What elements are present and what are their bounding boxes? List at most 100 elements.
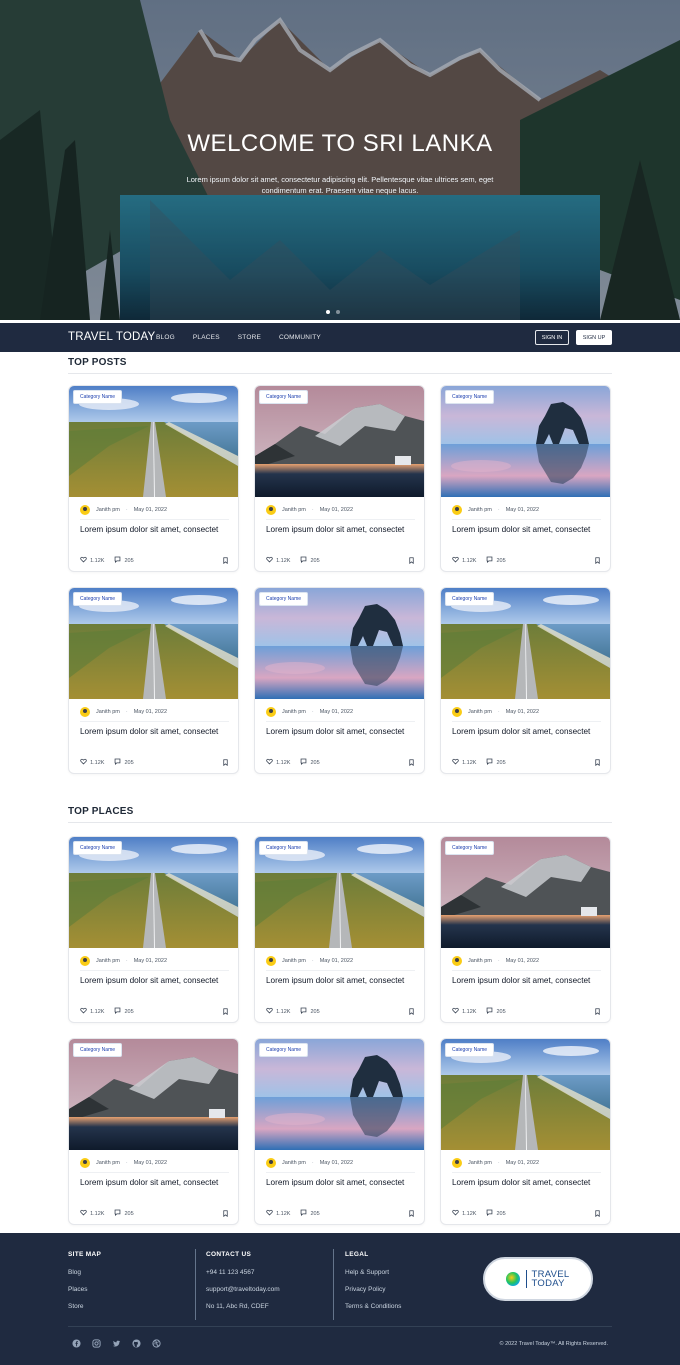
github-icon[interactable] [132, 1339, 141, 1348]
post-card[interactable]: Category Name Janith pm · May 01, 2022 L… [254, 836, 425, 1023]
post-card[interactable]: Category Name Janith pm · May 01, 2022 L… [254, 587, 425, 774]
card-title[interactable]: Lorem ipsum dolor sit amet, consectet [452, 975, 602, 988]
instagram-icon[interactable] [92, 1339, 101, 1348]
like-button[interactable]: 1.12K [80, 758, 104, 767]
footer-link-help[interactable]: Help & Support [345, 1269, 401, 1276]
author-name[interactable]: Janith pm [282, 1160, 306, 1166]
bookmark-icon[interactable] [408, 759, 415, 766]
post-card[interactable]: Category Name Janith pm · May 01, 2022 L… [440, 836, 611, 1023]
category-badge[interactable]: Category Name [73, 841, 123, 855]
post-card[interactable]: Category Name Janith pm · May 01, 2022 L… [440, 385, 611, 572]
like-button[interactable]: 1.12K [452, 758, 476, 767]
author-avatar[interactable] [80, 505, 90, 515]
author-avatar[interactable] [80, 956, 90, 966]
author-avatar[interactable] [266, 1158, 276, 1168]
author-avatar[interactable] [452, 707, 462, 717]
facebook-icon[interactable] [72, 1339, 81, 1348]
author-name[interactable]: Janith pm [282, 958, 306, 964]
card-image[interactable]: Category Name [69, 588, 238, 699]
post-card[interactable]: Category Name Janith pm · May 01, 2022 L… [440, 587, 611, 774]
post-card[interactable]: Category Name Janith pm · May 01, 2022 L… [68, 587, 239, 774]
category-badge[interactable]: Category Name [259, 592, 309, 606]
nav-link-places[interactable]: PLACES [193, 334, 220, 341]
card-title[interactable]: Lorem ipsum dolor sit amet, consectet [266, 1177, 416, 1190]
like-button[interactable]: 1.12K [266, 1007, 290, 1016]
like-button[interactable]: 1.12K [80, 1007, 104, 1016]
card-image[interactable]: Category Name [255, 837, 424, 948]
comment-button[interactable]: 205 [300, 1209, 320, 1218]
card-title[interactable]: Lorem ipsum dolor sit amet, consectet [452, 726, 602, 739]
post-card[interactable]: Category Name Janith pm · May 01, 2022 L… [254, 385, 425, 572]
sign-up-button[interactable]: SIGN UP [576, 330, 612, 345]
card-image[interactable]: Category Name [255, 386, 424, 497]
like-button[interactable]: 1.12K [266, 1209, 290, 1218]
category-badge[interactable]: Category Name [259, 841, 309, 855]
post-card[interactable]: Category Name Janith pm · May 01, 2022 L… [254, 1038, 425, 1225]
footer-link-store[interactable]: Store [68, 1303, 101, 1310]
category-badge[interactable]: Category Name [445, 841, 495, 855]
comment-button[interactable]: 205 [486, 758, 506, 767]
author-name[interactable]: Janith pm [282, 709, 306, 715]
bookmark-icon[interactable] [222, 759, 229, 766]
bookmark-icon[interactable] [222, 1210, 229, 1217]
card-image[interactable]: Category Name [69, 837, 238, 948]
twitter-icon[interactable] [112, 1339, 121, 1348]
author-name[interactable]: Janith pm [96, 709, 120, 715]
post-card[interactable]: Category Name Janith pm · May 01, 2022 L… [440, 1038, 611, 1225]
card-image[interactable]: Category Name [441, 386, 610, 497]
nav-link-store[interactable]: STORE [238, 334, 261, 341]
card-title[interactable]: Lorem ipsum dolor sit amet, consectet [452, 1177, 602, 1190]
card-image[interactable]: Category Name [441, 837, 610, 948]
nav-link-blog[interactable]: BLOG [156, 334, 175, 341]
author-avatar[interactable] [452, 1158, 462, 1168]
author-avatar[interactable] [266, 956, 276, 966]
author-name[interactable]: Janith pm [468, 1160, 492, 1166]
post-card[interactable]: Category Name Janith pm · May 01, 2022 L… [68, 836, 239, 1023]
footer-link-terms[interactable]: Terms & Conditions [345, 1303, 401, 1310]
author-name[interactable]: Janith pm [96, 958, 120, 964]
author-name[interactable]: Janith pm [96, 1160, 120, 1166]
category-badge[interactable]: Category Name [445, 1043, 495, 1057]
bookmark-icon[interactable] [594, 759, 601, 766]
card-image[interactable]: Category Name [69, 1039, 238, 1150]
author-avatar[interactable] [80, 707, 90, 717]
comment-button[interactable]: 205 [486, 556, 506, 565]
author-avatar[interactable] [452, 956, 462, 966]
comment-button[interactable]: 205 [486, 1007, 506, 1016]
author-name[interactable]: Janith pm [468, 958, 492, 964]
bookmark-icon[interactable] [594, 1210, 601, 1217]
like-button[interactable]: 1.12K [452, 556, 476, 565]
author-avatar[interactable] [452, 505, 462, 515]
author-name[interactable]: Janith pm [96, 507, 120, 513]
like-button[interactable]: 1.12K [266, 758, 290, 767]
carousel-dot[interactable] [326, 310, 330, 314]
bookmark-icon[interactable] [222, 1008, 229, 1015]
comment-button[interactable]: 205 [300, 1007, 320, 1016]
author-avatar[interactable] [266, 505, 276, 515]
footer-link-privacy[interactable]: Privacy Policy [345, 1286, 401, 1293]
comment-button[interactable]: 205 [114, 758, 134, 767]
comment-button[interactable]: 205 [114, 1209, 134, 1218]
card-title[interactable]: Lorem ipsum dolor sit amet, consectet [266, 726, 416, 739]
card-title[interactable]: Lorem ipsum dolor sit amet, consectet [80, 1177, 230, 1190]
category-badge[interactable]: Category Name [259, 1043, 309, 1057]
nav-link-community[interactable]: COMMUNITY [279, 334, 321, 341]
footer-phone[interactable]: +94 11 123 4567 [206, 1269, 280, 1276]
post-card[interactable]: Category Name Janith pm · May 01, 2022 L… [68, 1038, 239, 1225]
author-name[interactable]: Janith pm [468, 709, 492, 715]
card-title[interactable]: Lorem ipsum dolor sit amet, consectet [80, 726, 230, 739]
card-title[interactable]: Lorem ipsum dolor sit amet, consectet [80, 975, 230, 988]
card-image[interactable]: Category Name [441, 588, 610, 699]
comment-button[interactable]: 205 [114, 556, 134, 565]
card-image[interactable]: Category Name [69, 386, 238, 497]
bookmark-icon[interactable] [594, 1008, 601, 1015]
carousel-dot[interactable] [336, 310, 340, 314]
brand-logo[interactable]: TRAVEL TODAY [68, 331, 155, 343]
category-badge[interactable]: Category Name [259, 390, 309, 404]
card-image[interactable]: Category Name [255, 1039, 424, 1150]
bookmark-icon[interactable] [594, 557, 601, 564]
author-avatar[interactable] [80, 1158, 90, 1168]
card-image[interactable]: Category Name [441, 1039, 610, 1150]
like-button[interactable]: 1.12K [80, 1209, 104, 1218]
like-button[interactable]: 1.12K [80, 556, 104, 565]
